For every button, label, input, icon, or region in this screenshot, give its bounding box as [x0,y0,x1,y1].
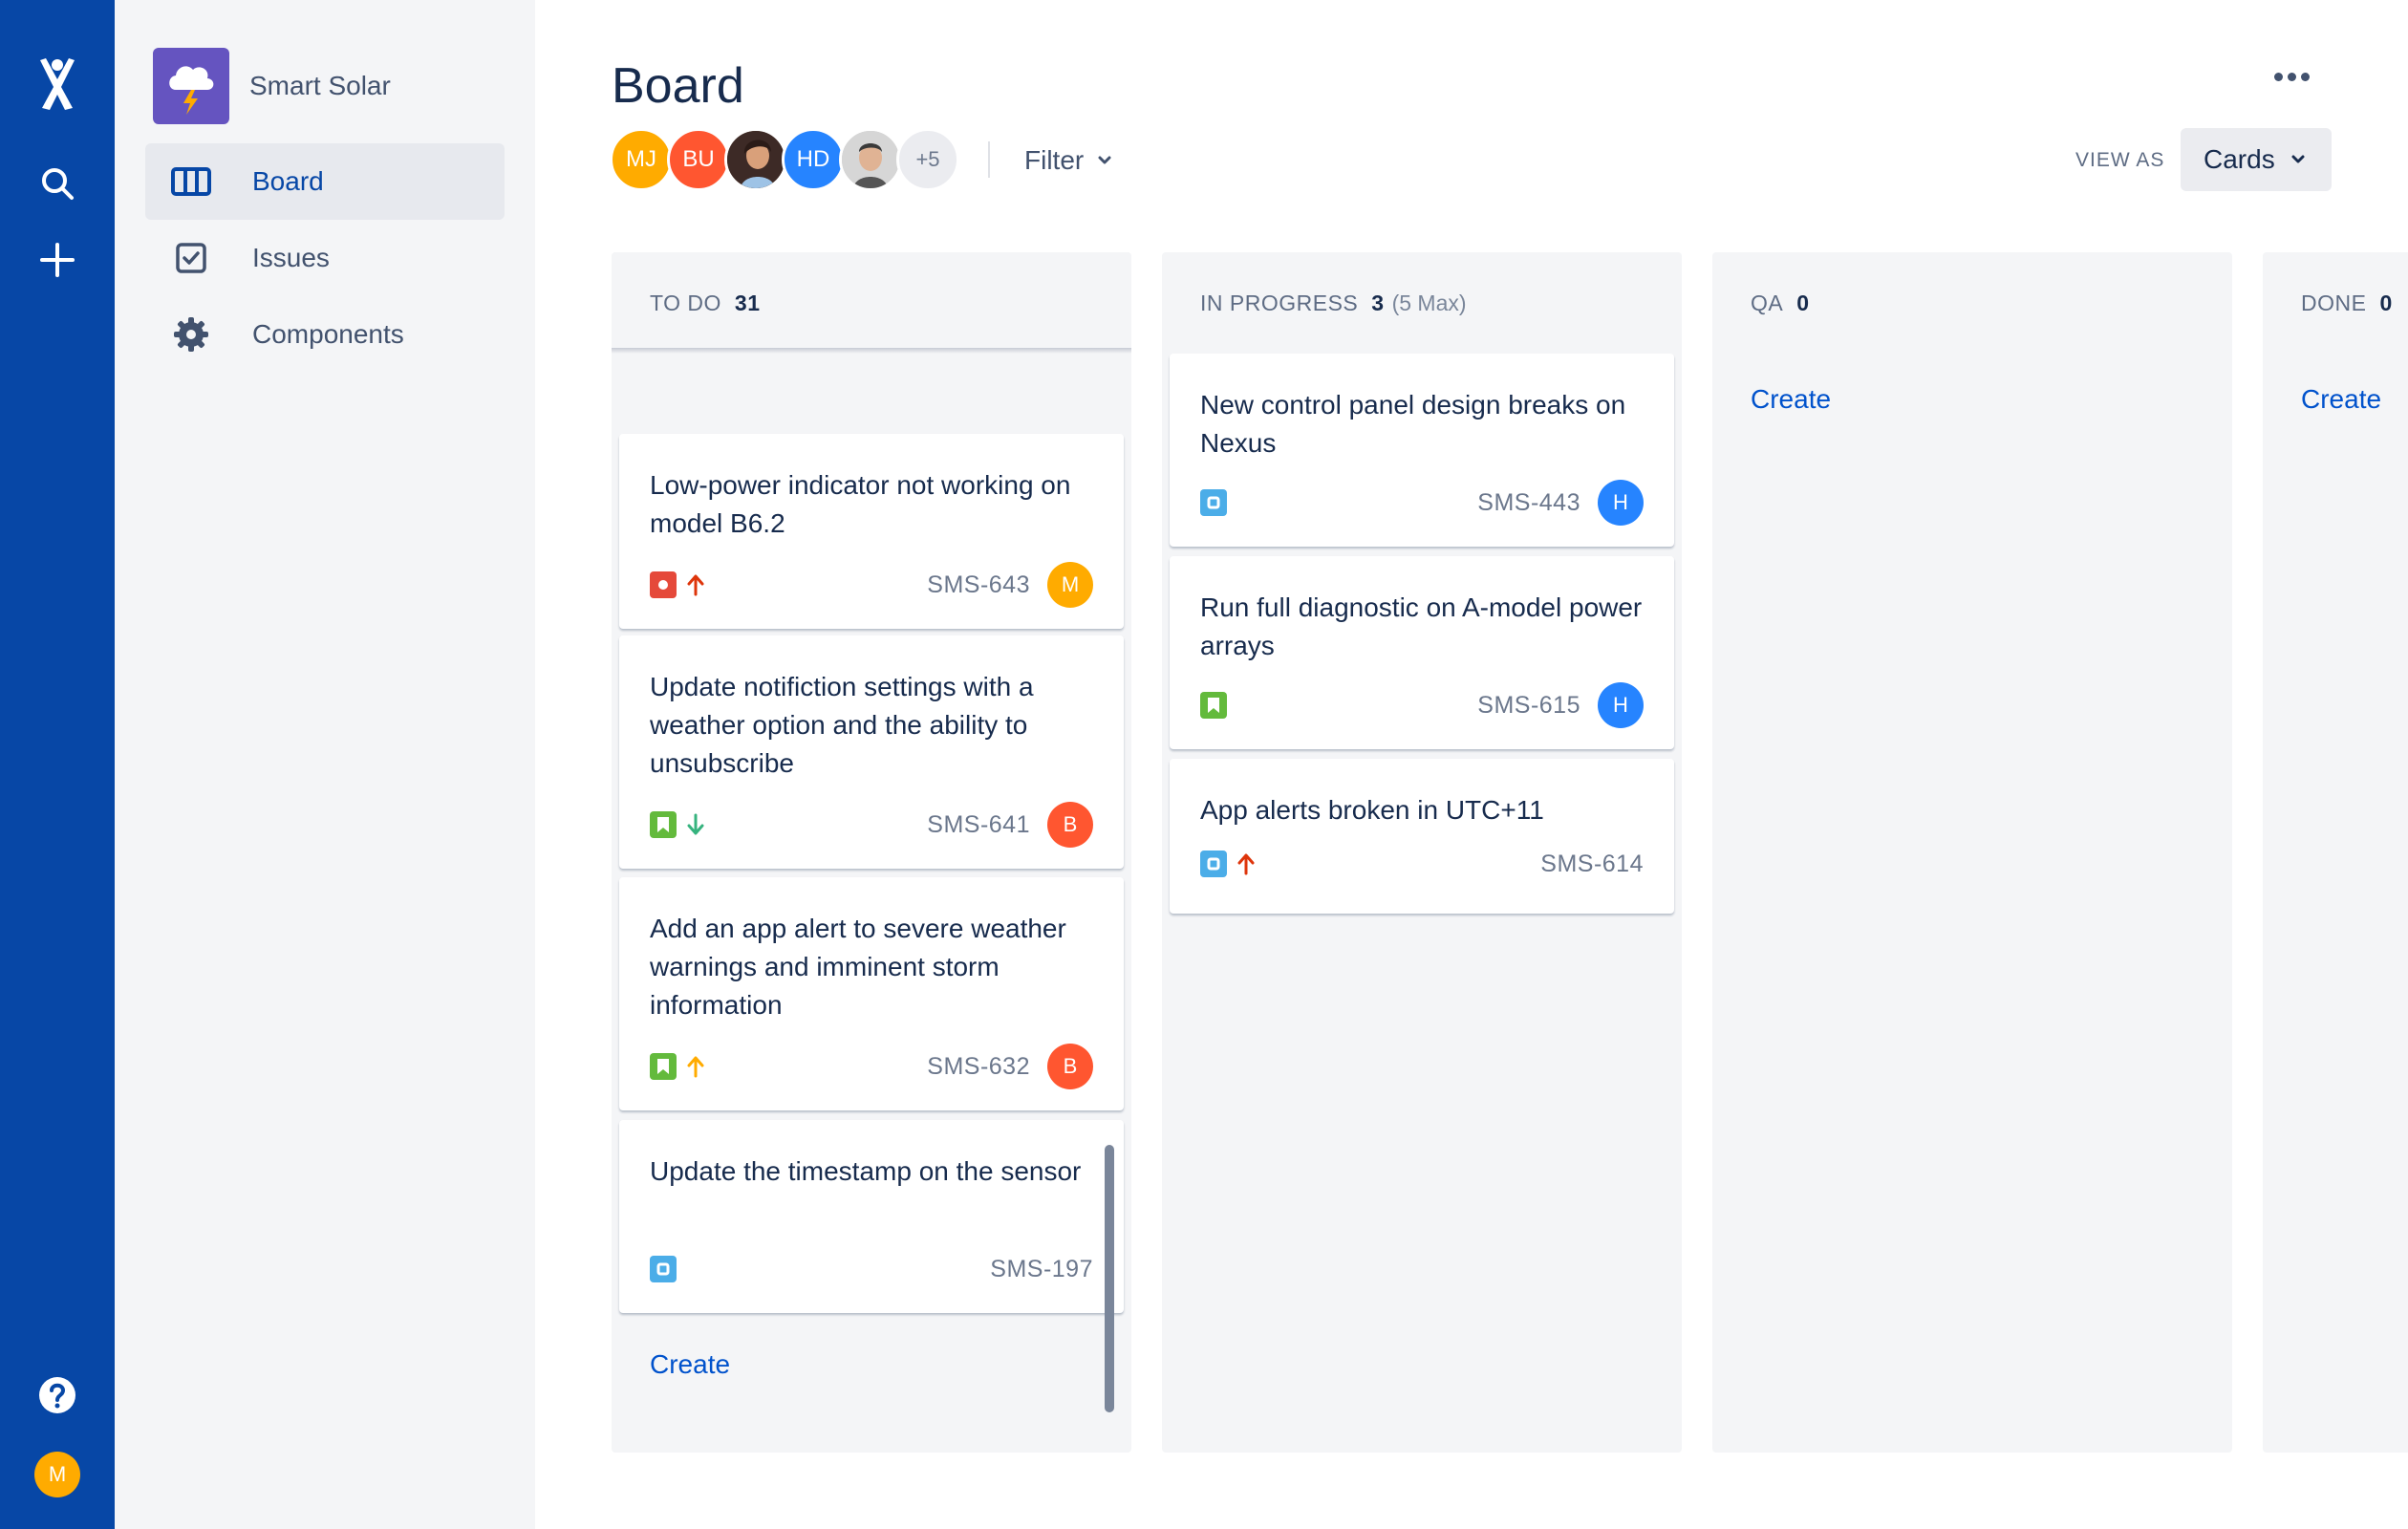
user-avatar[interactable]: M [0,1451,115,1498]
issue-title: App alerts broken in UTC+11 [1200,795,1544,825]
issue-title: New control panel design breaks on Nexus [1200,390,1626,458]
view-as-select[interactable]: Cards [2181,128,2332,191]
issue-card[interactable]: Add an app alert to severe weather warni… [619,877,1124,1110]
issue-key: SMS-614 [1540,850,1644,877]
assignee-avatar[interactable]: M [1047,562,1093,608]
column-title: DONE 0 [2301,291,2393,315]
task-icon [1200,489,1227,516]
issue-title: Update the timestamp on the sensor [650,1156,1082,1186]
issue-card[interactable]: App alerts broken in UTC+11 SMS-614 [1170,759,1674,914]
issue-card[interactable]: New control panel design breaks on Nexus… [1170,354,1674,547]
column-count: 3 [1371,291,1385,315]
board-icon [170,167,212,196]
column-title: TO DO 31 [650,291,761,315]
person-photo-icon [727,131,785,188]
column-count: 31 [734,291,761,315]
story-icon [650,811,677,838]
chevron-down-icon [1098,156,1111,164]
create-issue-link[interactable]: Create [2301,384,2381,415]
issue-key: SMS-197 [990,1255,1093,1282]
assignee-avatar[interactable]: H [1598,682,1644,728]
column-done: DONE 0 Create [2263,252,2408,1453]
issue-title: Low-power indicator not working on model… [650,470,1071,538]
avatar-photo[interactable] [839,128,902,191]
search-icon[interactable] [0,162,115,205]
sidebar-item-components[interactable]: Components [145,296,505,373]
project-name: Smart Solar [249,71,391,100]
project-sidebar: Smart Solar Board Issues Components [115,0,535,1529]
avatar-hd[interactable]: HD [782,128,845,191]
issue-key: SMS-443 [1477,488,1580,516]
sidebar-item-label: Board [252,166,324,196]
avatar-bu[interactable]: BU [667,128,730,191]
project-avatar [153,48,229,124]
header-divider [988,141,990,178]
issue-key: SMS-615 [1477,691,1580,719]
issue-card[interactable]: Low-power indicator not working on model… [619,434,1124,629]
issue-key: SMS-641 [927,810,1030,838]
column-in-progress: IN PROGRESS 3 (5 Max) New control panel de… [1162,252,1682,1453]
issue-title: Add an app alert to severe weather warni… [650,914,1066,1020]
user-avatar-initial: M [34,1452,80,1497]
column-header: TO DO 31 [612,252,1131,350]
plus-icon[interactable] [0,239,115,281]
create-issue-link[interactable]: Create [650,1349,730,1380]
assignee-avatar[interactable]: H [1598,480,1644,526]
column-title: IN PROGRESS 3 (5 Max) [1200,291,1467,315]
avatar-more[interactable]: +5 [896,128,959,191]
priority-medium-icon [686,1055,705,1078]
column-qa: QA 0 Create [1712,252,2232,1453]
person-photo-icon [842,131,899,188]
avatar-photo[interactable] [724,128,787,191]
cloud-lightning-icon [169,66,214,115]
atlassian-logo-icon[interactable] [0,55,115,113]
bug-icon [650,571,677,598]
issue-title: Run full diagnostic on A-model power arr… [1200,592,1643,660]
story-icon [1200,692,1227,719]
gear-icon [170,317,212,352]
sidebar-item-board[interactable]: Board [145,143,505,220]
sidebar-item-label: Issues [252,243,330,272]
task-icon [650,1256,677,1282]
issue-card[interactable]: Run full diagnostic on A-model power arr… [1170,556,1674,749]
view-as-label: VIEW AS [2075,149,2165,171]
story-icon [650,1053,677,1080]
assignee-avatar[interactable]: B [1047,802,1093,848]
sidebar-item-label: Components [252,319,404,349]
issue-title: Update notifiction settings with a weath… [650,672,1034,778]
global-nav: M [0,0,115,1529]
column-scrollbar[interactable] [1105,1145,1114,1412]
column-max: (5 Max) [1391,291,1467,315]
task-icon [1200,851,1227,877]
issue-key: SMS-632 [927,1052,1030,1080]
help-icon[interactable] [0,1376,115,1414]
more-actions-icon[interactable] [2274,73,2310,81]
create-issue-link[interactable]: Create [1751,384,1831,415]
project-header[interactable]: Smart Solar [153,48,391,124]
view-as-value: Cards [2204,144,2275,174]
header-shadow [612,348,1131,354]
column-count: 0 [1796,291,1810,315]
issue-key: SMS-643 [927,571,1030,598]
priority-high-icon [686,573,705,596]
checkbox-icon [170,243,212,273]
avatar-mj[interactable]: MJ [610,128,673,191]
filter-dropdown[interactable]: Filter [1024,141,1112,180]
sidebar-item-issues[interactable]: Issues [145,220,505,296]
priority-low-icon [686,813,705,836]
assignee-avatar[interactable]: B [1047,1044,1093,1089]
issue-card[interactable]: Update the timestamp on the sensor SMS-1… [619,1120,1124,1313]
column-todo: Low-power indicator not working on model… [612,252,1131,1453]
priority-high-icon [1236,852,1256,875]
issue-card[interactable]: Update notifiction settings with a weath… [619,635,1124,869]
column-count: 0 [2379,291,2393,315]
page-title: Board [612,58,744,114]
chevron-down-icon [2291,155,2305,163]
column-title: QA 0 [1751,291,1810,315]
filter-label: Filter [1024,145,1085,175]
